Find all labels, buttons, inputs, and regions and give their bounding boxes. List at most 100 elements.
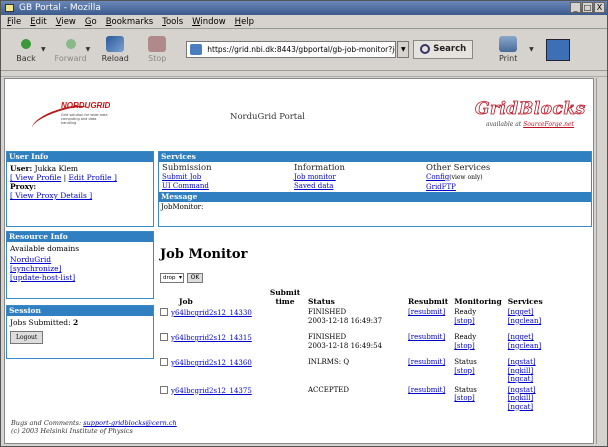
url-dropdown-icon[interactable]: ▼ bbox=[397, 41, 410, 58]
print-label: Print bbox=[498, 54, 518, 63]
resubmit-cell: [resubmit] bbox=[405, 307, 451, 332]
service-link-primary[interactable]: [ngstat] bbox=[508, 386, 536, 394]
services-panel: Services Submission Submit Job UI Comman… bbox=[158, 151, 592, 227]
service-link-primary[interactable]: [ngget] bbox=[508, 333, 534, 341]
job-cell: y64lbcgrid2s12_14360 bbox=[157, 357, 265, 385]
print-button[interactable]: Print bbox=[487, 36, 529, 63]
maximize-button[interactable]: □ bbox=[582, 2, 593, 13]
stop-icon bbox=[148, 36, 167, 52]
services-cell: [ngstat] [ngkill] [ngcat] bbox=[505, 357, 565, 385]
update-host-list-link[interactable]: [update-host-list] bbox=[10, 273, 150, 282]
sourceforge-link[interactable]: SourceForge.net bbox=[523, 121, 574, 128]
information-heading: Information bbox=[294, 163, 346, 173]
table-row: y64lbcgrid2s12_14375 ACCEPTED [resubmit] St… bbox=[157, 385, 565, 413]
service-link-secondary[interactable]: [ngcat] bbox=[508, 403, 562, 412]
menu-tools[interactable]: Tools bbox=[162, 15, 183, 28]
session-panel: Session Jobs Submitted: 2 Logout bbox=[6, 305, 154, 359]
reload-button[interactable]: Reload bbox=[94, 36, 136, 63]
synchronize-link[interactable]: [synchronize] bbox=[10, 264, 150, 273]
service-link-secondary[interactable]: [ngclean] bbox=[508, 317, 562, 326]
job-id-link[interactable]: y64lbcgrid2s12_14315 bbox=[171, 334, 252, 342]
stop-button[interactable]: Stop bbox=[136, 36, 178, 63]
logout-button[interactable]: Logout bbox=[10, 331, 44, 344]
ok-button[interactable]: OK bbox=[187, 273, 203, 283]
stop-link[interactable]: [stop] bbox=[454, 317, 502, 326]
view-profile-link[interactable]: [ View Profile bbox=[10, 173, 61, 182]
menu-view[interactable]: View bbox=[56, 15, 76, 28]
jobs-submitted-label: Jobs Submitted: bbox=[10, 318, 71, 327]
resubmit-link[interactable]: [resubmit] bbox=[408, 386, 445, 394]
view-proxy-link[interactable]: [ View Proxy Details ] bbox=[10, 191, 150, 200]
menu-edit[interactable]: Edit bbox=[30, 15, 46, 28]
config-note: (view only) bbox=[449, 174, 483, 181]
nordugrid-domain-link[interactable]: NorduGrid bbox=[10, 255, 150, 264]
resubmit-link[interactable]: [resubmit] bbox=[408, 308, 445, 316]
navigation-toolbar: Back ▼ Forward ▼ Reload Stop https://gri… bbox=[1, 29, 607, 71]
menu-window[interactable]: Window bbox=[192, 15, 226, 28]
job-checkbox[interactable] bbox=[160, 358, 168, 366]
submit-job-link[interactable]: Submit Job bbox=[162, 173, 294, 182]
user-info-panel: User Info User: Jukka Klem [ View Profil… bbox=[6, 151, 154, 227]
resubmit-link[interactable]: [resubmit] bbox=[408, 358, 445, 366]
jobs-submitted-count: 2 bbox=[73, 318, 79, 327]
monitoring-cell: Ready [stop] bbox=[451, 332, 505, 357]
other-services-heading: Other Services bbox=[426, 163, 491, 173]
job-checkbox[interactable] bbox=[160, 333, 168, 341]
monitoring-cell: Ready [stop] bbox=[451, 307, 505, 332]
stop-link[interactable]: [stop] bbox=[454, 342, 502, 351]
service-link-primary[interactable]: [ngget] bbox=[508, 308, 534, 316]
job-id-link[interactable]: y64lbcgrid2s12_14360 bbox=[171, 359, 252, 367]
back-dropdown-icon[interactable]: ▼ bbox=[41, 46, 46, 53]
menu-bookmarks[interactable]: Bookmarks bbox=[106, 15, 154, 28]
available-at-prefix: available at bbox=[486, 121, 524, 128]
support-email-link[interactable]: support-gridblocks@cern.ch bbox=[83, 419, 176, 427]
job-monitor-link[interactable]: Job monitor bbox=[294, 173, 426, 182]
saved-data-link[interactable]: Saved data bbox=[294, 182, 426, 191]
col-status: Status bbox=[308, 297, 335, 306]
monitoring-state: Status bbox=[454, 385, 477, 394]
vertical-scrollbar[interactable] bbox=[596, 78, 606, 444]
service-link-secondary[interactable]: [ngclean] bbox=[508, 342, 562, 351]
url-text: https://grid.nbi.dk:8443/gbportal/gb-job… bbox=[207, 45, 397, 54]
print-dropdown-icon[interactable]: ▼ bbox=[529, 46, 534, 53]
resubmit-link[interactable]: [resubmit] bbox=[408, 333, 445, 341]
job-cell: y64lbcgrid2s12_14315 bbox=[157, 332, 265, 357]
user-info-heading: User Info bbox=[7, 152, 153, 162]
job-checkbox[interactable] bbox=[160, 385, 168, 394]
jobs-table: Job Submit time Status Resubmit Monitori… bbox=[157, 287, 565, 412]
url-field[interactable]: https://grid.nbi.dk:8443/gbportal/gb-job… bbox=[186, 41, 397, 58]
forward-dropdown-icon[interactable]: ▼ bbox=[86, 46, 91, 53]
job-id-link[interactable]: y64lbcgrid2s12_14375 bbox=[171, 387, 252, 395]
service-link-kill[interactable]: [ngkill] bbox=[508, 394, 533, 402]
services-heading: Services bbox=[159, 152, 591, 162]
col-monitoring: Monitoring bbox=[454, 297, 502, 306]
menu-help[interactable]: Help bbox=[235, 15, 254, 28]
job-id-link[interactable]: y64lbcgrid2s12_14330 bbox=[171, 309, 252, 317]
monitoring-cell: Status [stop] bbox=[451, 385, 505, 413]
service-link-kill[interactable]: [ngkill] bbox=[508, 367, 533, 375]
table-header-row: Job Submit time Status Resubmit Monitori… bbox=[157, 287, 565, 307]
forward-arrow-icon bbox=[61, 36, 80, 52]
service-link-secondary[interactable]: [ngcat] bbox=[508, 375, 562, 384]
menu-file[interactable]: File bbox=[7, 15, 21, 28]
close-button[interactable]: X bbox=[594, 2, 605, 13]
job-cell: y64lbcgrid2s12_14375 bbox=[157, 385, 265, 413]
service-link-primary[interactable]: [ngstat] bbox=[508, 358, 536, 366]
stop-link[interactable]: [stop] bbox=[454, 367, 502, 376]
minimize-button[interactable]: _ bbox=[570, 2, 581, 13]
menu-go[interactable]: Go bbox=[85, 15, 97, 28]
gridftp-link[interactable]: GridFTP bbox=[426, 183, 586, 192]
stop-link[interactable]: [stop] bbox=[454, 394, 502, 403]
job-action-select[interactable]: drop bbox=[160, 273, 184, 283]
job-checkbox[interactable] bbox=[160, 308, 168, 316]
app-icon bbox=[5, 4, 14, 12]
search-button[interactable]: Search bbox=[413, 40, 474, 59]
config-link[interactable]: Config bbox=[426, 173, 449, 181]
ui-command-link[interactable]: UI Command bbox=[162, 182, 294, 191]
reload-label: Reload bbox=[101, 54, 129, 63]
submit-time-cell bbox=[265, 307, 305, 332]
page-title: NorduGrid Portal bbox=[230, 112, 306, 122]
services-cell: [ngget] [ngclean] bbox=[505, 307, 565, 332]
search-icon bbox=[420, 43, 431, 54]
edit-profile-link[interactable]: Edit Profile ] bbox=[69, 173, 117, 182]
